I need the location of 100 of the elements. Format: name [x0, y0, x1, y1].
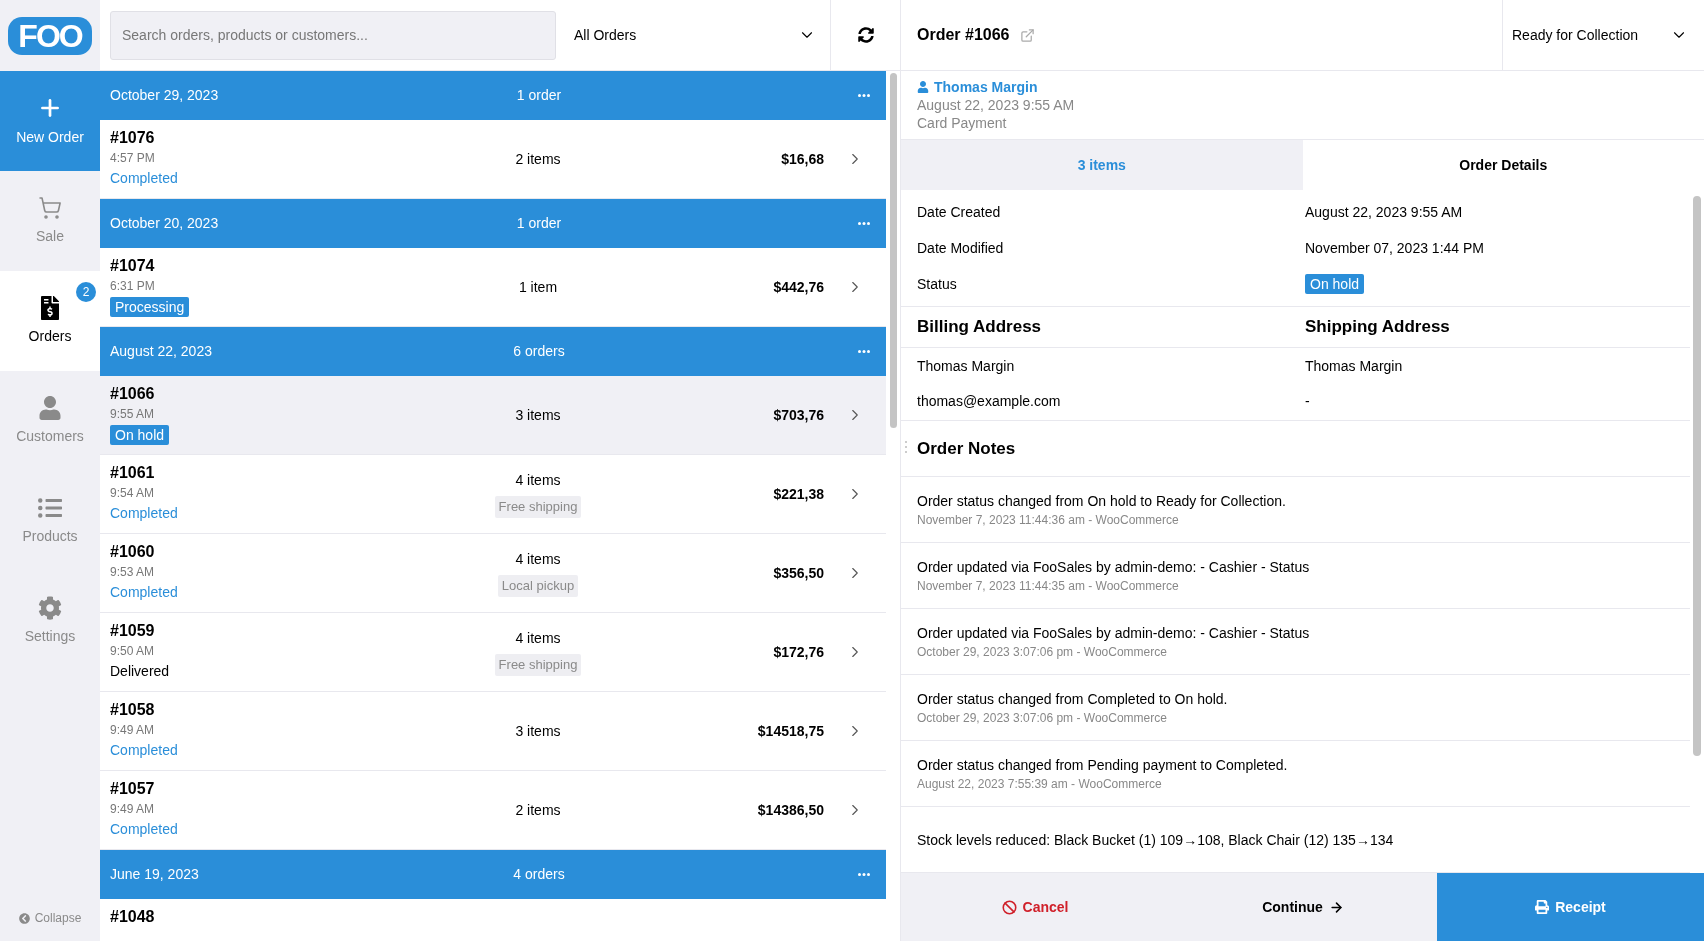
order-total: $172,76 — [773, 642, 824, 662]
status-text: Completed — [110, 169, 178, 187]
order-number: #1057 — [110, 779, 155, 799]
order-total: $14518,75 — [757, 721, 824, 741]
order-time: 4:57 PM — [110, 150, 155, 167]
item-count: 4 items — [515, 550, 561, 570]
order-title: Order #1066 — [917, 25, 1010, 45]
sidebar-item[interactable]: Orders 2 — [0, 271, 100, 371]
order-number: #1076 — [110, 128, 155, 148]
date-group-header: August 22, 2023 6 orders — [100, 327, 886, 376]
note-text: Order status changed from Pending payment to Completed. — [917, 755, 1288, 775]
more-icon — [858, 94, 870, 97]
note-text: Order status changed from Completed to On hold. — [917, 689, 1228, 709]
settings-icon — [38, 595, 62, 620]
status-text: Completed — [110, 741, 178, 759]
status-text: Completed — [110, 504, 178, 522]
cart-icon — [38, 195, 62, 220]
search-field[interactable]: Search orders, products or customers... — [110, 10, 556, 60]
user-icon — [917, 81, 929, 93]
detail-value: August 22, 2023 9:55 AM — [1305, 202, 1463, 222]
payment-method: Card Payment — [917, 114, 1007, 132]
order-number: #1058 — [110, 700, 155, 720]
note-meta: August 22, 2023 7:55:39 am - WooCommerce — [917, 775, 1162, 793]
detail-label: Status — [917, 274, 958, 294]
order-total: $14386,50 — [757, 800, 824, 820]
detail-label: Date Created — [917, 202, 1002, 222]
order-total: $703,76 — [773, 405, 824, 425]
scrollbar-thumb[interactable] — [889, 73, 897, 428]
invoice-icon — [38, 295, 62, 320]
scrollbar-thumb[interactable] — [1693, 196, 1701, 756]
status-badge: On hold — [1305, 274, 1365, 294]
arrow-right-icon — [1328, 899, 1344, 915]
more-icon — [858, 873, 870, 876]
more-icon — [858, 222, 870, 225]
item-count: 3 items — [515, 405, 561, 425]
detail-value: November 07, 2023 1:44 PM — [1305, 238, 1484, 258]
address-line: thomas@example.com — [917, 392, 1062, 411]
cancel-button[interactable]: Cancel — [901, 873, 1169, 941]
order-number: #1061 — [110, 463, 155, 483]
section-heading: Shipping Address — [1305, 316, 1450, 339]
note-text: Order updated via FooSales by admin-demo: - Cashier - Status — [917, 623, 1310, 643]
shipping-tag: Free shipping — [494, 654, 582, 676]
status-text: Delivered — [110, 662, 170, 680]
date-group-header: June 19, 2023 4 orders — [100, 850, 886, 899]
note-text: Order updated via FooSales by admin-demo: - Cashier - Status — [917, 557, 1310, 577]
sidebar-item[interactable]: New Order — [0, 71, 100, 171]
refresh-icon — [857, 27, 874, 43]
order-number: #1059 — [110, 621, 155, 641]
order-number: #1060 — [110, 542, 155, 562]
item-count: 2 items — [515, 149, 561, 169]
order-filter-dropdown[interactable]: All Orders — [574, 10, 830, 60]
item-count: 4 items — [515, 471, 561, 491]
receipt-button[interactable]: Receipt — [1437, 873, 1704, 941]
list-icon — [38, 495, 62, 520]
order-time: 9:50 AM — [110, 643, 155, 660]
continue-button[interactable]: Continue — [1169, 873, 1437, 941]
order-time: 6:31 PM — [110, 278, 155, 295]
detail-label: Date Modified — [917, 238, 1005, 258]
order-time: 9:55 AM — [110, 406, 155, 423]
date-group-header: October 20, 2023 1 order — [100, 199, 886, 248]
logo: FOO — [8, 16, 92, 55]
more-button[interactable] — [858, 873, 870, 876]
shipping-tag: Local pickup — [497, 575, 579, 597]
chevron-left-icon — [18, 912, 30, 924]
more-button[interactable] — [858, 350, 870, 353]
user-icon — [38, 395, 62, 420]
external-link-icon[interactable] — [1019, 27, 1035, 43]
more-icon — [858, 350, 870, 353]
section-heading: Order Notes — [917, 437, 1016, 460]
count-badge: 2 — [76, 282, 96, 302]
more-button[interactable] — [858, 94, 870, 97]
more-button[interactable] — [858, 222, 870, 225]
note-meta: November 7, 2023 11:44:36 am - WooCommerce — [917, 511, 1179, 529]
status-badge: On hold — [110, 425, 170, 445]
order-total: $442,76 — [773, 277, 824, 297]
order-number: #1074 — [110, 256, 155, 276]
item-count: 1 item — [518, 277, 558, 297]
order-total: $221,38 — [773, 484, 824, 504]
order-total: $16,68 — [781, 149, 824, 169]
address-line: Thomas Margin — [1305, 357, 1403, 376]
order-time: 9:49 AM — [110, 722, 155, 739]
note-text: Stock levels reduced: Black Bucket (1) 109→108, Black Chair (12) 135→134 — [917, 830, 1394, 850]
ban-icon — [1001, 899, 1017, 915]
order-number: #1066 — [110, 384, 155, 404]
date-group-header: October 29, 2023 1 order — [100, 71, 886, 120]
note-meta: October 29, 2023 3:07:06 pm - WooCommerce — [917, 643, 1167, 661]
shipping-tag: Free shipping — [494, 496, 582, 518]
order-time: 9:49 AM — [110, 801, 155, 818]
section-heading: Billing Address — [917, 316, 1043, 339]
order-total: $356,50 — [773, 563, 824, 583]
status-text: Completed — [110, 583, 178, 601]
address-line: - — [1305, 392, 1310, 411]
order-row[interactable]: #1066 9:55 AM On hold 3 items $703,76 — [100, 376, 886, 455]
status-text: Completed — [110, 820, 178, 838]
order-time: 9:53 AM — [110, 564, 155, 581]
customer-link[interactable]: Thomas Margin — [917, 78, 1038, 96]
status-dropdown[interactable]: Ready for Collection — [1502, 0, 1704, 70]
note-meta: November 7, 2023 11:44:35 am - WooCommerce — [917, 577, 1179, 595]
item-count: 2 items — [515, 800, 561, 820]
order-date: August 22, 2023 9:55 AM — [917, 96, 1075, 114]
